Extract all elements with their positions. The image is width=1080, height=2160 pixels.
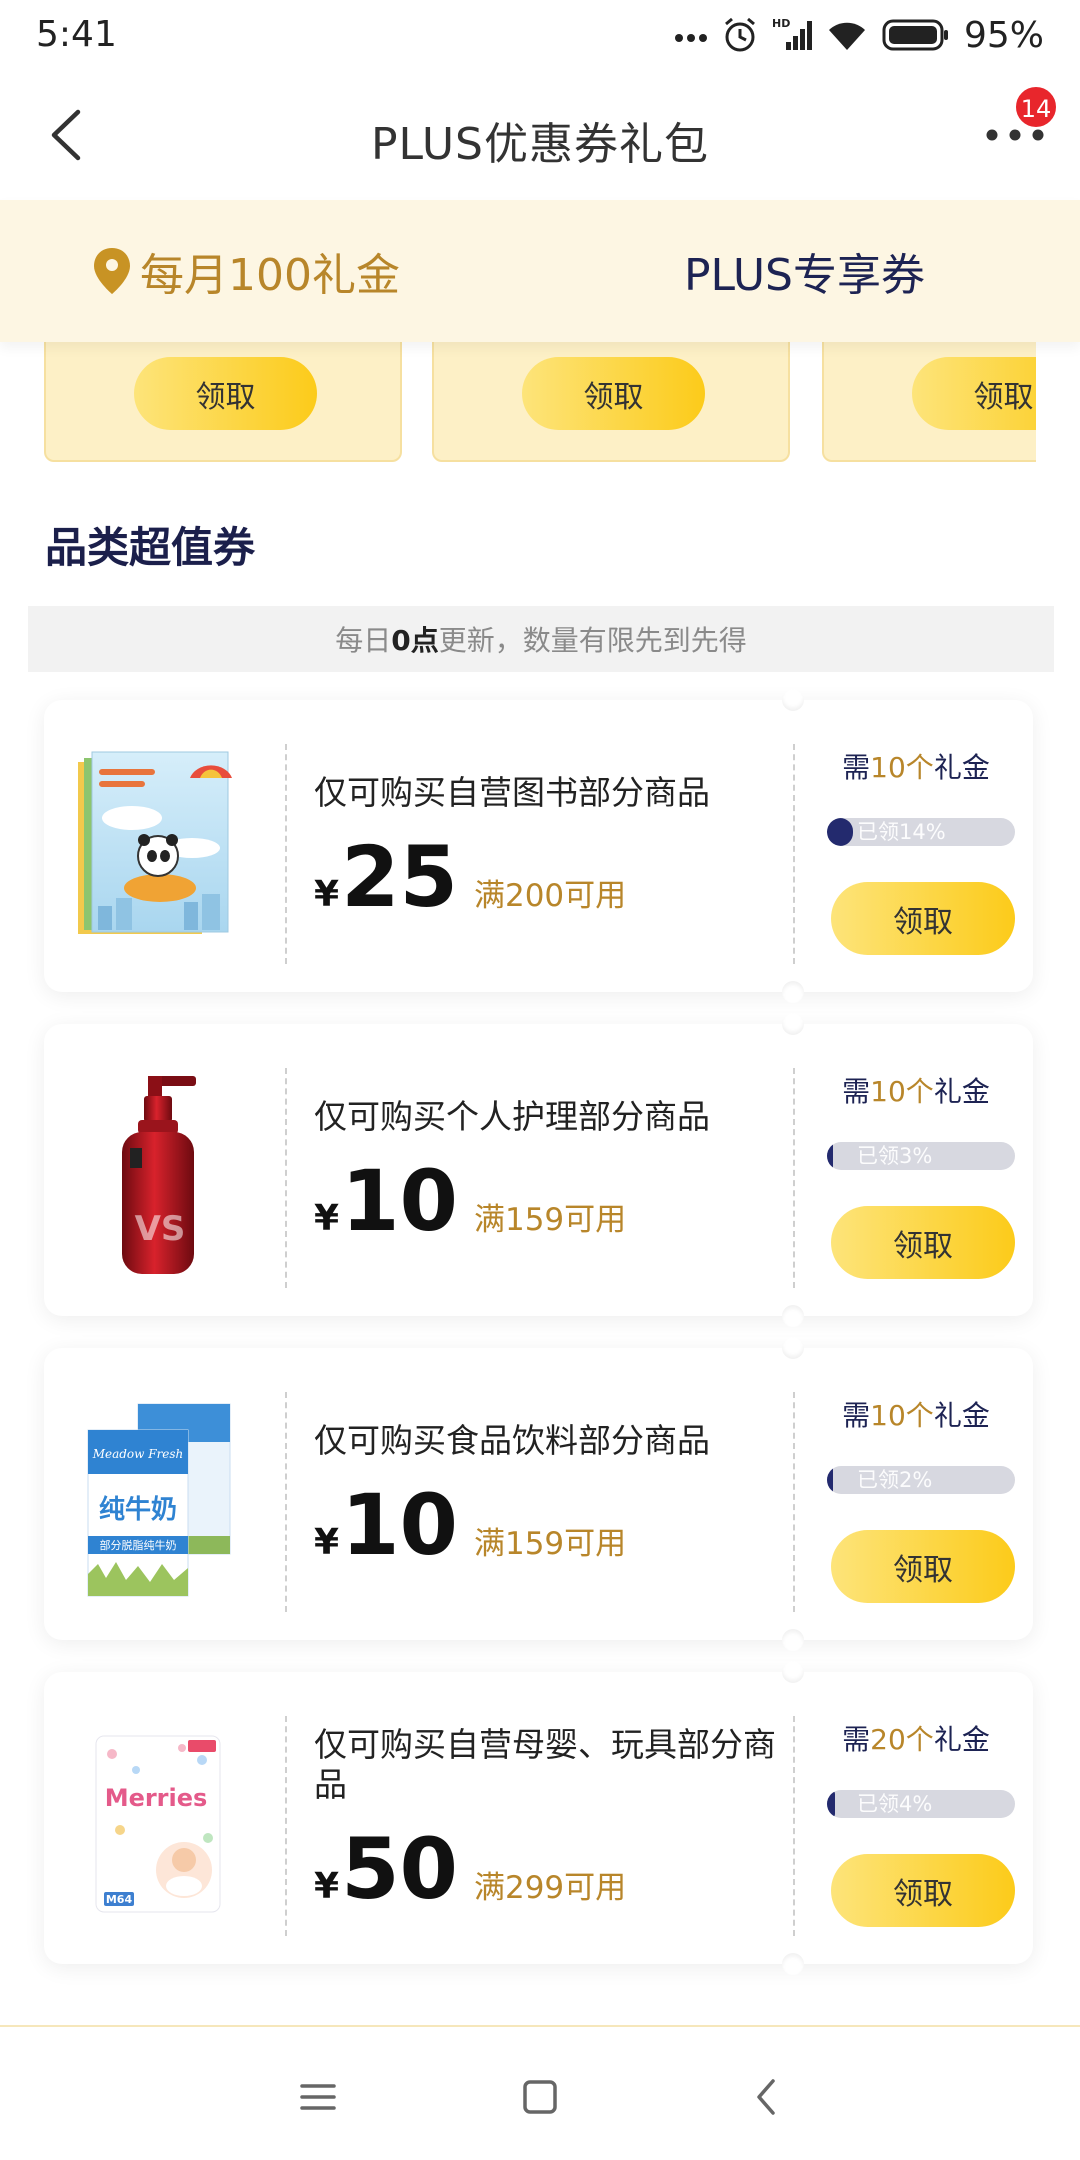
coupon-description: 仅可购买自营图书部分商品 — [314, 773, 710, 812]
coupon-condition: 满200可用 — [473, 878, 627, 914]
claim-button[interactable]: 领取 — [522, 357, 705, 430]
notice-bar: 每日 0点 更新，数量有限先到先得 — [28, 606, 1054, 672]
coupon-condition: 满299可用 — [473, 1870, 627, 1906]
more-dots-icon — [674, 34, 707, 42]
claimed-progress-bar: 已领4% — [827, 1790, 1015, 1818]
progress-fill — [827, 1142, 833, 1170]
notice-prefix: 每日 — [335, 624, 392, 657]
notice-suffix: 更新，数量有限先到先得 — [438, 624, 747, 657]
wifi-icon — [828, 22, 865, 50]
coupon-amount: 10 — [341, 1476, 458, 1574]
currency-symbol: ¥ — [314, 874, 340, 915]
location-pin-icon — [94, 248, 130, 294]
battery-percent: 95% — [963, 14, 1044, 56]
coupon-price: ¥ 25 满200可用 — [314, 835, 794, 919]
progress-fill — [827, 1466, 833, 1494]
signal-icon: HD — [772, 17, 812, 50]
divider — [285, 1068, 287, 1288]
coupon-info: 仅可购买自营图书部分商品 ¥ 25 满200可用 — [314, 700, 794, 992]
status-icons: HD 95% — [674, 12, 1044, 58]
progress-label: 已领14% — [857, 820, 946, 844]
divider — [285, 1716, 287, 1936]
gift-requirement: 需10个礼金 — [842, 1399, 990, 1432]
home-square-icon[interactable] — [515, 2072, 565, 2122]
svg-text:Merries: Merries — [105, 1784, 208, 1812]
notification-badge: 14 — [1014, 85, 1058, 129]
divider — [285, 744, 287, 964]
currency-symbol: ¥ — [314, 1198, 340, 1239]
claim-button[interactable]: 领取 — [831, 882, 1015, 955]
coupon-info: 仅可购买自营母婴、玩具部分商品 ¥ 50 满299可用 — [314, 1672, 794, 1964]
currency-symbol: ¥ — [314, 1866, 340, 1907]
claim-button[interactable]: 领取 — [831, 1206, 1015, 1279]
gift-requirement: 需20个礼金 — [842, 1723, 990, 1756]
system-nav-bar — [0, 2025, 1080, 2160]
progress-fill — [827, 1790, 835, 1818]
coupon-description: 仅可购买个人护理部分商品 — [314, 1097, 710, 1136]
coupon-amount: 25 — [341, 828, 458, 926]
svg-text:VS: VS — [135, 1209, 186, 1249]
status-time: 5:41 — [36, 14, 117, 55]
alarm-icon — [725, 17, 755, 52]
page-title: PLUS优惠券礼包 — [371, 119, 709, 170]
claim-button[interactable]: 领取 — [134, 357, 317, 430]
coupon-condition: 满159可用 — [473, 1202, 627, 1238]
svg-text:HD: HD — [772, 17, 790, 30]
battery-icon — [882, 19, 948, 51]
book-image — [78, 751, 232, 934]
diaper-pack-image: Merries M64 — [95, 1735, 221, 1913]
coupon-card: Merries M64 仅可购买自营母婴、玩具部分商品 ¥ 50 满299可用 … — [44, 1661, 1033, 1975]
coupon-info: 仅可购买食品饮料部分商品 ¥ 10 满159可用 — [314, 1348, 794, 1640]
coupon-info: 仅可购买个人护理部分商品 ¥ 10 满159可用 — [314, 1024, 794, 1316]
tab-label: 每月100礼金 — [140, 250, 400, 301]
notice-highlight: 0点 — [391, 624, 439, 657]
svg-text:M64: M64 — [106, 1893, 133, 1906]
coupon-price: ¥ 50 满299可用 — [314, 1827, 794, 1911]
claimed-progress-bar: 已领2% — [827, 1466, 1015, 1494]
claim-button[interactable]: 领取 — [831, 1530, 1015, 1603]
coupon-price: ¥ 10 满159可用 — [314, 1159, 794, 1243]
coupon-description: 仅可购买食品饮料部分商品 — [314, 1421, 710, 1460]
coupon-card: VS 仅可购买个人护理部分商品 ¥ 10 满159可用 需10个礼金 已领3% … — [44, 1013, 1033, 1327]
menu-icon[interactable] — [293, 2072, 343, 2122]
claimed-progress-bar: 已领3% — [827, 1142, 1015, 1170]
currency-symbol: ¥ — [314, 1522, 340, 1563]
claimed-progress-bar: 已领14% — [827, 818, 1015, 846]
progress-label: 已领2% — [857, 1468, 933, 1492]
milk-box-image: Meadow Fresh 纯牛奶 部分脱脂纯牛奶 — [87, 1403, 231, 1597]
tab-plus-exclusive[interactable]: PLUS专享券 — [684, 200, 925, 342]
status-bar: 5:41 HD 95% — [0, 0, 1080, 70]
tab-monthly-gift[interactable]: 每月100礼金 — [92, 200, 400, 342]
section-title: 品类超值券 — [45, 523, 256, 572]
tab-label: PLUS专享券 — [684, 250, 925, 301]
back-chevron-icon[interactable] — [742, 2072, 792, 2122]
progress-label: 已领4% — [857, 1792, 933, 1816]
progress-fill — [827, 818, 854, 846]
shampoo-bottle-image: VS — [122, 1076, 196, 1274]
gift-requirement: 需10个礼金 — [842, 751, 990, 784]
progress-label: 已领3% — [857, 1144, 933, 1168]
coupon-description: 仅可购买自营母婴、玩具部分商品 — [314, 1725, 776, 1804]
coupon-condition: 满159可用 — [473, 1526, 627, 1562]
tab-bar: 每月100礼金 PLUS专享券 — [0, 200, 1080, 342]
divider — [285, 1392, 287, 1612]
svg-text:纯牛奶: 纯牛奶 — [99, 1494, 177, 1525]
header: PLUS优惠券礼包 14 — [0, 70, 1080, 200]
claim-button[interactable]: 领取 — [912, 357, 1036, 430]
svg-text:部分脱脂纯牛奶: 部分脱脂纯牛奶 — [100, 1538, 177, 1552]
claim-button[interactable]: 领取 — [831, 1854, 1015, 1927]
gift-requirement: 需10个礼金 — [842, 1075, 990, 1108]
coupon-price: ¥ 10 满159可用 — [314, 1483, 794, 1567]
coupon-amount: 10 — [341, 1152, 458, 1250]
coupon-card: Meadow Fresh 纯牛奶 部分脱脂纯牛奶 仅可购买食品饮料部分商品 ¥ … — [44, 1337, 1033, 1651]
coupon-amount: 50 — [341, 1820, 458, 1918]
coupon-card: 仅可购买自营图书部分商品 ¥ 25 满200可用 需10个礼金 已领14% 领取 — [44, 689, 1033, 1003]
svg-text:Meadow Fresh: Meadow Fresh — [92, 1447, 184, 1461]
